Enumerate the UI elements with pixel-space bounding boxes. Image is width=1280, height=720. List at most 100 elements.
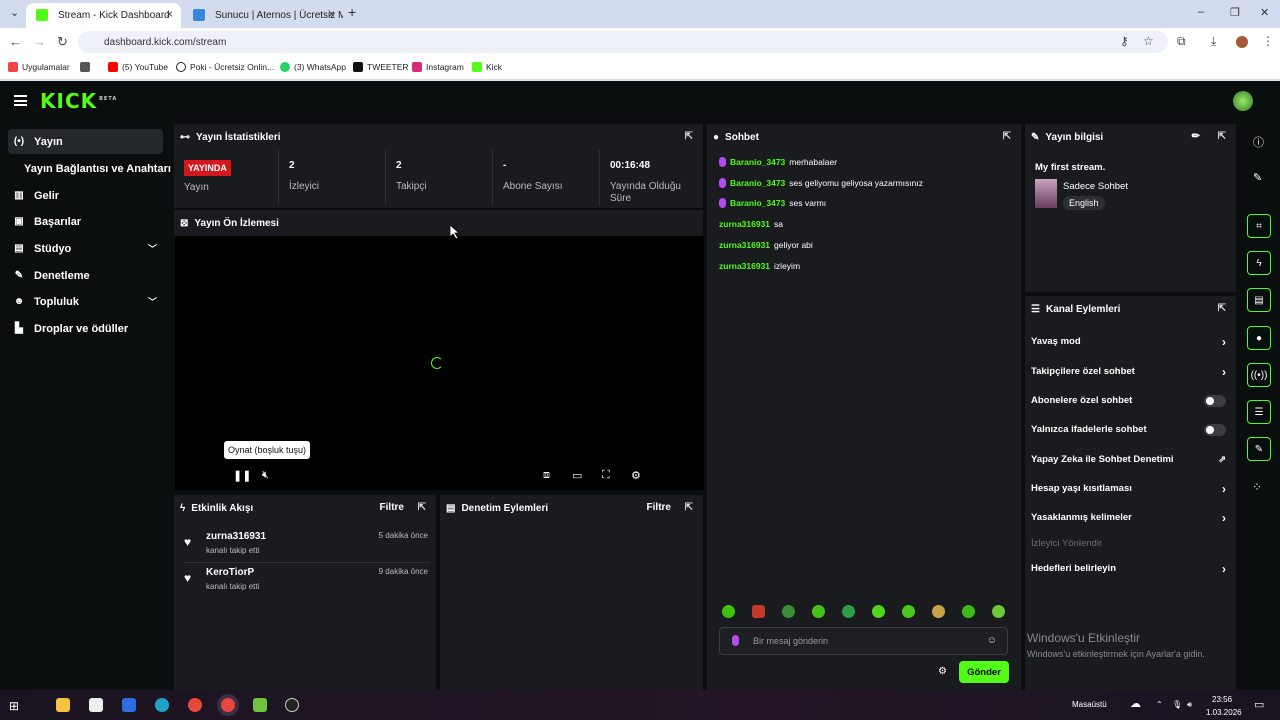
sidebar-item-droplar[interactable]: ▙ Droplar ve ödüller (8, 316, 163, 341)
file-explorer-icon[interactable] (56, 698, 70, 712)
emote-icon[interactable] (722, 605, 735, 618)
info-icon[interactable]: ⓘ (1253, 134, 1264, 150)
bookmark-youtube[interactable]: (5) YouTube (108, 62, 168, 72)
bookmark-apps[interactable]: Uygulamalar (8, 62, 70, 72)
close-tab-icon[interactable]: × (328, 7, 335, 21)
sidebar-item-stream-key[interactable]: Yayın Bağlantısı ve Anahtarı (8, 156, 171, 181)
user-avatar[interactable] (1233, 91, 1253, 111)
bookmark-whatsapp[interactable]: (3) WhatsApp (280, 62, 346, 72)
profile-avatar-icon[interactable] (1236, 36, 1248, 48)
bookmark-tweeter[interactable]: TWEETER (353, 62, 409, 72)
tab-search-icon[interactable]: ⌄ (10, 6, 19, 19)
bookmark-kick[interactable]: Kick (472, 62, 502, 72)
address-bar[interactable]: dashboard.kick.com/stream (78, 31, 1168, 53)
subscribers-only-toggle[interactable] (1204, 394, 1226, 407)
windows-start-icon[interactable]: ⊞ (9, 699, 19, 713)
category-name[interactable]: Sadece Sohbet (1063, 181, 1128, 192)
clock-date[interactable]: 1.03.2026 (1206, 708, 1242, 717)
chrome-active-icon[interactable] (221, 698, 235, 712)
chat-settings-icon[interactable]: ⚙ (938, 666, 947, 677)
password-key-icon[interactable]: ⚷ (1120, 34, 1129, 48)
send-button[interactable]: Gönder (959, 661, 1009, 683)
new-tab-icon[interactable]: + (348, 4, 356, 20)
action-set-goals[interactable]: Hedefleri belirleyin › (1031, 562, 1226, 576)
settings-gear-icon[interactable]: ⚙ (631, 469, 641, 482)
rail-crop-button[interactable]: ⌗ (1247, 214, 1271, 238)
sidebar-item-studyo[interactable]: ▤ Stüdyo ﹀ (8, 236, 163, 261)
weather-icon[interactable]: ☁ (1130, 697, 1141, 710)
action-ai-moderation[interactable]: Yapay Zeka ile Sohbet Denetimi ⇗ (1031, 454, 1226, 465)
bookmark-instagram[interactable]: Instagram (412, 62, 464, 72)
notifications-icon[interactable]: ▭ (1254, 698, 1264, 711)
rail-list-button[interactable]: ☰ (1247, 400, 1271, 424)
obs-icon[interactable] (285, 698, 299, 712)
sidebar-item-topluluk[interactable]: ☻ Topluluk ﹀ (8, 289, 163, 314)
chat-username[interactable]: Baranio_3473 (730, 157, 785, 167)
popout-icon[interactable]: ⇱ (1003, 131, 1011, 142)
emotes-only-toggle[interactable] (1204, 423, 1226, 436)
minimize-icon[interactable]: – (1198, 6, 1204, 18)
add-panel-icon[interactable]: ⁘ (1252, 480, 1262, 494)
download-icon[interactable]: ⤓ (1211, 34, 1216, 49)
emote-icon[interactable] (782, 605, 795, 618)
emote-icon[interactable] (932, 605, 945, 618)
rail-lightning-button[interactable]: ϟ (1247, 251, 1271, 275)
emote-icon[interactable] (872, 605, 885, 618)
bookmark-star-icon[interactable]: ☆ (1143, 34, 1154, 48)
event-username[interactable]: zurna316931 (206, 531, 266, 542)
popout-icon[interactable]: ⇱ (418, 502, 426, 513)
extensions-icon[interactable]: ⧉ (1177, 34, 1186, 49)
microphone-icon[interactable]: 🎙︎ (1172, 700, 1182, 709)
desktop-label[interactable]: Masaüstü (1072, 700, 1107, 709)
action-account-age[interactable]: Hesap yaşı kısıtlaması › (1031, 482, 1226, 496)
emote-icon[interactable] (962, 605, 975, 618)
forward-icon[interactable]: → (33, 34, 46, 49)
reload-icon[interactable]: ↻ (57, 34, 68, 50)
chat-username[interactable]: Baranio_3473 (730, 178, 785, 188)
emote-icon[interactable] (902, 605, 915, 618)
close-window-icon[interactable]: ✕ (1260, 6, 1269, 19)
chat-username[interactable]: Baranio_3473 (730, 198, 785, 208)
chat-username[interactable]: zurna316931 (719, 261, 770, 271)
chat-username[interactable]: zurna316931 (719, 240, 770, 250)
hamburger-menu-icon[interactable] (14, 95, 27, 106)
chrome-icon[interactable] (188, 698, 202, 712)
theater-mode-icon[interactable]: ▭ (572, 469, 582, 482)
tray-chevron-icon[interactable]: ⌃ (1156, 700, 1163, 709)
chat-message-input[interactable]: Bir mesaj gönderin ☺ (719, 627, 1008, 655)
bookmark-grid[interactable] (80, 62, 90, 72)
popout-icon[interactable]: ⇱ (1218, 131, 1226, 142)
emoji-icon[interactable]: ☺ (987, 635, 997, 646)
rail-wrench-button[interactable]: ✎ (1247, 437, 1271, 461)
rail-chat-button[interactable]: ● (1247, 326, 1271, 350)
rail-document-button[interactable]: ▤ (1247, 288, 1271, 312)
minecraft-icon[interactable] (253, 698, 267, 712)
popout-icon[interactable]: ⇱ (685, 131, 693, 142)
tab-aternos[interactable]: Sunucu | Aternos | Ücretsiz Min × (183, 3, 343, 28)
sidebar-item-yayin[interactable]: (•) Yayın (8, 129, 163, 154)
bookmark-poki[interactable]: Poki - Ücretsiz Onlin... (176, 62, 274, 72)
popout-icon[interactable]: ⇱ (685, 502, 693, 513)
mute-icon[interactable]: 🔇︎ (262, 469, 269, 482)
tab-kick-dashboard[interactable]: Stream - Kick Dashboard × (26, 3, 181, 28)
mail-icon[interactable] (122, 698, 136, 712)
fullscreen-icon[interactable]: ⛶ (602, 469, 610, 482)
sidebar-item-denetleme[interactable]: ✎ Denetleme (8, 263, 163, 288)
mini-player-icon[interactable]: ⧈ (543, 469, 550, 482)
action-slow-mode[interactable]: Yavaş mod › (1031, 335, 1226, 349)
emote-icon[interactable] (752, 605, 765, 618)
pause-icon[interactable]: ❚❚ (233, 469, 251, 482)
rail-broadcast-button[interactable]: ((•)) (1247, 363, 1271, 387)
chat-username[interactable]: zurna316931 (719, 219, 770, 229)
back-icon[interactable]: ← (9, 34, 22, 49)
volume-icon[interactable]: 🔊︎ (1187, 700, 1192, 710)
action-followers-only[interactable]: Takipçilere özel sohbet › (1031, 365, 1226, 379)
sidebar-item-gelir[interactable]: ▥ Gelir (8, 183, 163, 208)
emote-icon[interactable] (812, 605, 825, 618)
store-icon[interactable] (89, 698, 103, 712)
filter-button[interactable]: Filtre (647, 502, 671, 513)
edge-icon[interactable] (155, 698, 169, 712)
emote-icon[interactable] (842, 605, 855, 618)
event-username[interactable]: KeroTiorP (206, 567, 254, 578)
action-banned-words[interactable]: Yasaklanmış kelimeler › (1031, 511, 1226, 525)
